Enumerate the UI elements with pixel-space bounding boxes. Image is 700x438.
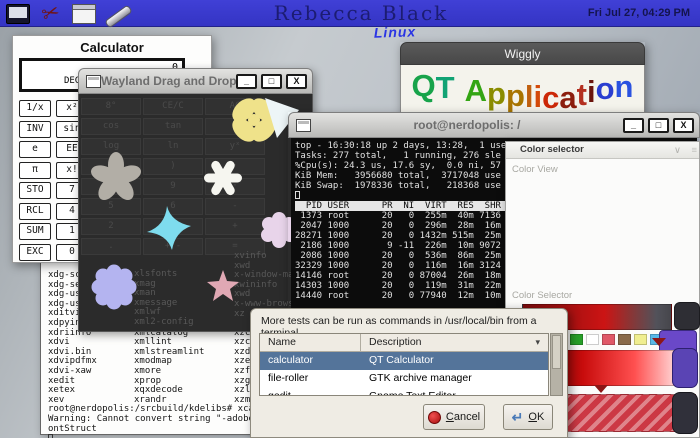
wiggly-letter: i bbox=[534, 77, 543, 115]
color-swatch[interactable] bbox=[570, 334, 583, 345]
calc-key-e[interactable]: e bbox=[19, 141, 51, 158]
row-description: QT Calculator bbox=[361, 352, 434, 370]
calc-key-SUM[interactable]: SUM bbox=[19, 223, 51, 240]
clock: Fri Jul 27, 04:29 PM bbox=[588, 7, 690, 19]
cyan-star-shape[interactable] bbox=[147, 206, 191, 250]
calc-key-RCL[interactable]: RCL bbox=[19, 203, 51, 220]
swatch-marker-icon[interactable] bbox=[652, 338, 666, 346]
wiggly-letter: c bbox=[542, 78, 559, 115]
gradient-bar-knob[interactable] bbox=[672, 348, 698, 388]
row-name: calculator bbox=[260, 352, 361, 370]
column-header-name[interactable]: Name bbox=[260, 334, 361, 351]
color-swatch[interactable] bbox=[602, 334, 615, 345]
row-name: gedit bbox=[260, 388, 361, 396]
desktop-subtitle: Linux bbox=[340, 22, 450, 42]
maximize-button[interactable]: □ bbox=[648, 118, 669, 133]
wiggly-letter: o bbox=[596, 69, 615, 109]
close-button[interactable]: X bbox=[286, 74, 307, 89]
column-header-description[interactable]: Description ▾ bbox=[361, 334, 548, 351]
wiggly-text: QT Application bbox=[400, 65, 645, 115]
tests-dialog: More tests can be run as commands in /us… bbox=[250, 308, 568, 438]
calc-key-π[interactable]: π bbox=[19, 162, 51, 179]
color-swatch[interactable] bbox=[586, 334, 599, 345]
row-description: GTK archive manager bbox=[361, 370, 472, 388]
wiggly-window[interactable]: Wiggly QT Application bbox=[400, 42, 645, 115]
calc-key-1/x[interactable]: 1/x bbox=[19, 100, 51, 117]
table-row[interactable]: calculatorQT Calculator bbox=[260, 352, 548, 370]
chevron-down-icon[interactable]: ∨ bbox=[674, 143, 681, 159]
color-selector-titlebar[interactable]: Color selector ∨ ≡ bbox=[506, 142, 699, 159]
window-glyph-icon bbox=[86, 75, 101, 88]
sort-arrow-icon[interactable]: ▾ bbox=[535, 334, 540, 351]
wiggly-letter: Q bbox=[412, 66, 436, 106]
wiggly-titlebar[interactable]: Wiggly bbox=[400, 42, 645, 65]
color-view-label: Color View bbox=[512, 164, 558, 175]
maximize-button[interactable]: □ bbox=[261, 74, 282, 89]
row-description: Gnome Text Editor bbox=[361, 388, 456, 396]
gradient-bar-end-knob[interactable] bbox=[674, 302, 700, 330]
calc-key-EXC[interactable]: EXC bbox=[19, 244, 51, 261]
dnd-window[interactable]: Wayland Drag and Drop D _ □ X 8°CE/CACco… bbox=[78, 68, 313, 332]
color-swatch[interactable] bbox=[634, 334, 647, 345]
calc-key-STO[interactable]: STO bbox=[19, 182, 51, 199]
close-button[interactable]: X bbox=[673, 118, 694, 133]
taskbar: ✂ Rebecca Black Fri Jul 27, 04:29 PM bbox=[0, 0, 700, 27]
ok-button[interactable]: ↵ OK bbox=[503, 404, 553, 430]
pink-starfish-shape[interactable] bbox=[207, 270, 239, 301]
window-glyph-icon bbox=[296, 119, 311, 132]
ok-return-icon: ↵ bbox=[512, 411, 524, 424]
dnd-titlebar[interactable]: Wayland Drag and Drop D _ □ X bbox=[78, 68, 313, 94]
scrollbar-thumb[interactable] bbox=[552, 335, 561, 369]
minimize-button[interactable]: _ bbox=[623, 118, 644, 133]
cancel-button[interactable]: Cancel bbox=[423, 404, 485, 430]
gradient-marker-icon[interactable] bbox=[594, 385, 608, 393]
dnd-shapes-layer bbox=[79, 94, 313, 332]
panel-edge-icon: ≡ bbox=[691, 143, 697, 159]
color-selector-label: Color Selector bbox=[512, 290, 572, 301]
cancel-icon bbox=[428, 411, 441, 424]
dialog-scrollbar[interactable] bbox=[550, 333, 563, 396]
wiggly-letter: p bbox=[506, 76, 525, 115]
wiggly-letter: i bbox=[587, 72, 596, 112]
wiggly-letter: A bbox=[465, 71, 487, 111]
textured-bar-knob[interactable] bbox=[672, 392, 698, 434]
row-name: file-roller bbox=[260, 370, 361, 388]
dnd-canvas: 8°CE/CACcostanloglnyˣ()·89·56-23+.+/-= x… bbox=[78, 94, 313, 332]
calculator-title: Calculator bbox=[13, 40, 211, 55]
tests-rows: calculatorQT Calculatorfile-rollerGTK ar… bbox=[260, 352, 548, 396]
tests-table-header: Name Description ▾ bbox=[260, 334, 548, 352]
calc-key-INV[interactable]: INV bbox=[19, 121, 51, 138]
table-row[interactable]: geditGnome Text Editor bbox=[260, 388, 548, 396]
gray-flower-shape[interactable] bbox=[89, 152, 143, 204]
wiggly-letter: a bbox=[559, 78, 576, 115]
wiggly-letter: p bbox=[487, 74, 506, 114]
wiggly-letter: l bbox=[525, 77, 534, 115]
tests-table: Name Description ▾ calculatorQT Calculat… bbox=[259, 333, 549, 396]
wiggly-letter: n bbox=[615, 67, 634, 107]
wiggly-letter: T bbox=[436, 68, 455, 108]
lavender-flower-shape[interactable] bbox=[92, 265, 137, 310]
dnd-title: Wayland Drag and Drop D bbox=[101, 74, 236, 88]
top-table-header: PID USER PR NI VIRT RES SHR bbox=[295, 201, 511, 211]
color-selector-title: Color selector bbox=[520, 144, 584, 155]
white-asterisk-shape[interactable] bbox=[204, 159, 242, 196]
table-row[interactable]: file-rollerGTK archive manager bbox=[260, 370, 548, 388]
wiggly-letter: t bbox=[577, 75, 587, 115]
top-terminal-title: root@nerdopolis: / bbox=[311, 118, 623, 132]
top-terminal-titlebar[interactable]: root@nerdopolis: / _ □ X bbox=[288, 112, 700, 138]
minimize-button[interactable]: _ bbox=[236, 74, 257, 89]
color-swatch[interactable] bbox=[618, 334, 631, 345]
